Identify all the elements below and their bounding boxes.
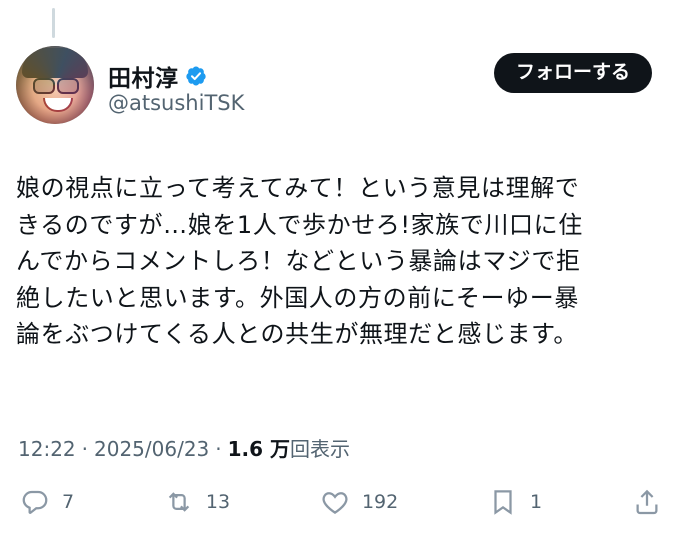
like-icon [322,492,348,514]
tweet-meta: 12:22 · 2025/06/23 · 1.6 万回表示 [18,433,350,462]
avatar[interactable] [16,46,94,124]
views-count: 1.6 万 [227,437,291,461]
tweet-date[interactable]: 2025/06/23 [94,437,209,461]
tweet-text: 娘の視点に立って考えてみて！という意見は理解で きるのですが…娘を1人で歩かせろ… [16,174,583,348]
meta-separator: · [215,437,222,461]
verified-badge-icon [185,66,206,86]
tweet-time[interactable]: 12:22 [18,437,76,461]
repost-count: 13 [205,491,231,513]
reply-button[interactable]: 7 [20,487,74,517]
bookmark-icon [494,490,512,515]
tweet-actions: 7 13 192 1 [20,487,662,517]
share-icon [636,489,658,515]
reply-icon [22,490,48,514]
like-count: 192 [361,491,399,513]
reply-count: 7 [62,491,75,513]
share-button[interactable] [632,487,662,517]
like-button[interactable]: 192 [320,487,398,517]
bookmark-count: 1 [530,491,543,513]
repost-button[interactable]: 13 [164,487,230,517]
repost-icon [168,492,190,512]
follow-button[interactable]: フォローする [493,53,652,93]
avatar-light-flare [16,46,94,124]
bookmark-button[interactable]: 1 [488,487,542,517]
views-label: 回表示 [290,437,351,461]
user-name-row[interactable]: 田村淳 [108,59,207,93]
thread-connector-line [52,8,55,38]
user-handle[interactable]: @atsushiTSK [108,91,244,115]
display-name[interactable]: 田村淳 [108,59,179,93]
meta-separator: · [81,437,88,461]
